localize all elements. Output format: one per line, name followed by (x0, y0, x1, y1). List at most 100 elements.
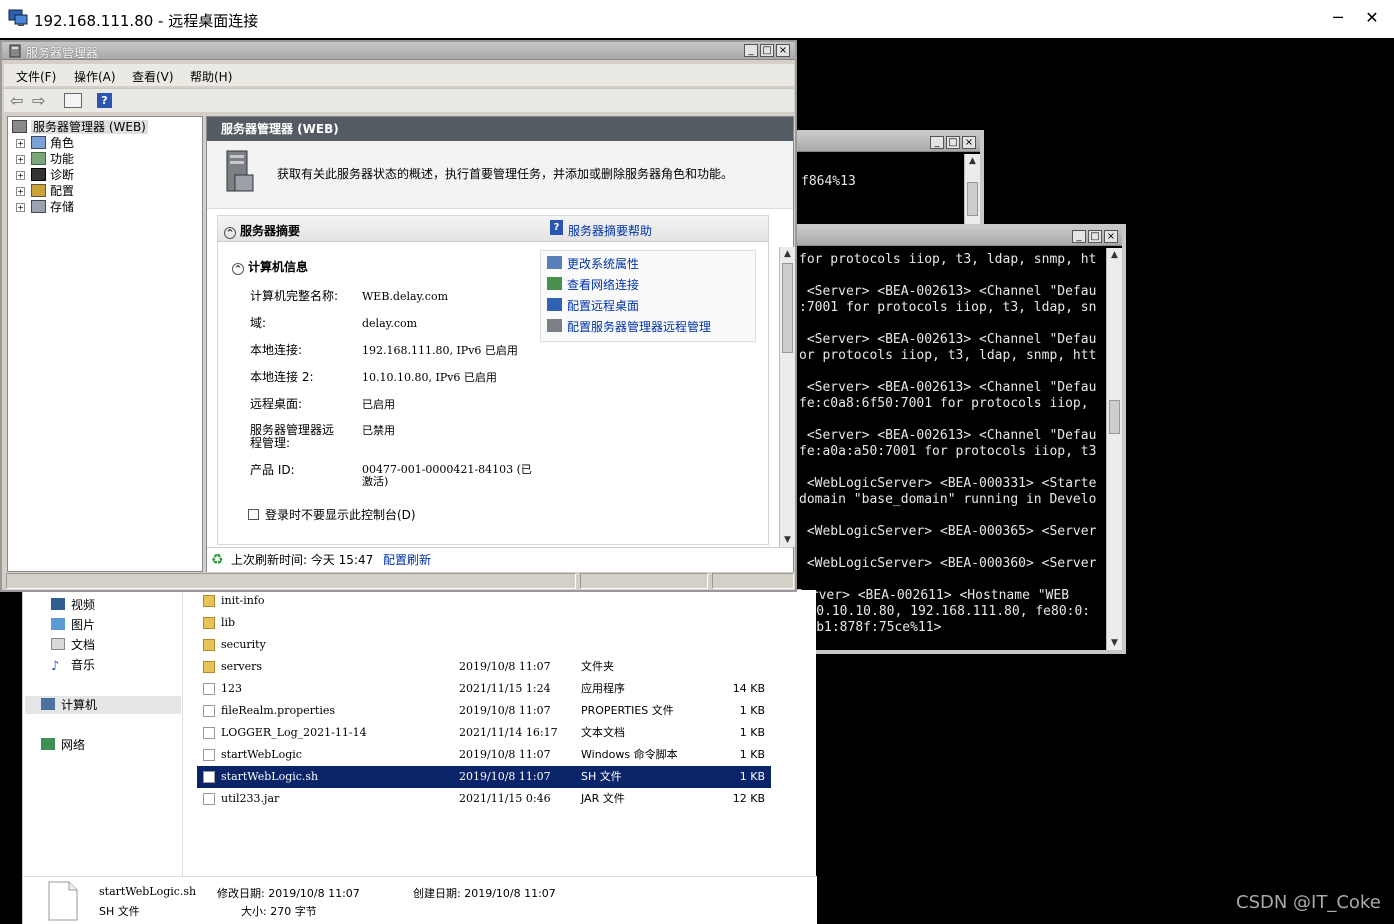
configure-remote-desktop-link[interactable]: 配置远程桌面 (567, 297, 639, 314)
forward-arrow-icon[interactable]: ⇨ (32, 91, 45, 110)
file-row[interactable]: startWebLogic 2019/10/8 11:07 Windows 命令脚本… (197, 744, 771, 766)
details-pane: 服务器管理器 (WEB) 获取有关此服务器状态的概述，执行首要管理任务，并添加或… (206, 116, 795, 573)
refresh-bar: ♻ 上次刷新时间: 今天 15:47 配置刷新 (207, 547, 793, 573)
configure-remote-management-link[interactable]: 配置服务器管理器远程管理 (567, 318, 711, 335)
file-row[interactable]: security (197, 634, 771, 656)
server-summary-header[interactable]: ^ 服务器摘要 ? 服务器摘要帮助 (218, 216, 768, 242)
close-button[interactable]: × (1104, 230, 1118, 243)
explorer-window: 视频 图片 文档 ♪ 音乐 计算机 网络 init-info lib security… (22, 590, 817, 924)
nav-item-computer[interactable]: 计算机 (25, 696, 181, 714)
nav-item-documents[interactable]: 文档 (51, 636, 95, 654)
menu-view[interactable]: 查看(V) (132, 68, 174, 85)
nav-item-music[interactable]: ♪ 音乐 (51, 656, 95, 674)
console-window-back[interactable]: _ □ × f864%13 ▲ (780, 130, 984, 230)
change-system-properties-link[interactable]: 更改系统属性 (567, 255, 639, 272)
expand-icon[interactable]: + (16, 171, 25, 180)
network-connections-icon (547, 277, 562, 290)
info-value: 已禁用 (362, 424, 395, 437)
file-row[interactable]: startWebLogic.sh 2019/10/8 11:07 SH 文件 1 KB (197, 766, 771, 788)
info-label: 计算机完整名称: (250, 289, 339, 303)
maximize-button[interactable]: □ (946, 136, 960, 149)
view-network-connections-link[interactable]: 查看网络连接 (567, 276, 639, 293)
help-icon[interactable]: ? (97, 93, 112, 108)
minimize-button[interactable]: _ (930, 136, 944, 149)
hide-console-checkbox[interactable] (248, 509, 259, 520)
network-icon (41, 738, 55, 750)
scroll-down-icon[interactable]: ▼ (1107, 636, 1122, 650)
file-name: servers (221, 660, 263, 673)
computer-icon (41, 698, 55, 710)
file-date: 2019/10/8 11:07 (459, 704, 551, 717)
document-icon (51, 638, 65, 650)
back-arrow-icon[interactable]: ⇦ (10, 91, 23, 110)
menu-file[interactable]: 文件(F) (16, 68, 56, 85)
file-name: lib (221, 616, 236, 629)
hide-console-checkbox-row[interactable]: 登录时不要显示此控制台(D) (248, 506, 416, 523)
scroll-thumb[interactable] (1109, 400, 1120, 434)
scroll-up-icon[interactable]: ▲ (1107, 248, 1122, 262)
server-summary-help-link[interactable]: 服务器摘要帮助 (568, 222, 652, 239)
file-row[interactable]: LOGGER_Log_2021-11-14 2021/11/14 16:17 文本文… (197, 722, 771, 744)
file-type: Windows 命令脚本 (581, 748, 678, 761)
console-front-scrollbar[interactable]: ▲ ▼ (1106, 248, 1122, 650)
minimize-button[interactable]: _ (1072, 230, 1086, 243)
nav-item-network[interactable]: 网络 (41, 736, 85, 754)
configure-refresh-link[interactable]: 配置刷新 (383, 548, 431, 572)
info-label: 远程桌面: (250, 397, 303, 411)
collapse-icon[interactable]: ^ (224, 227, 236, 239)
console-line: for protocols iiop, t3, ldap, snmp, ht (799, 252, 1097, 267)
server-manager-titlebar[interactable]: 服务器管理器 _ □ × (2, 42, 795, 60)
file-icon (203, 683, 215, 695)
scroll-up-icon[interactable]: ▲ (965, 154, 980, 168)
maximize-button[interactable]: □ (760, 44, 774, 57)
scroll-thumb[interactable] (782, 263, 793, 353)
file-type: 文件夹 (581, 660, 614, 673)
console-back-titlebar[interactable]: _ □ × (784, 134, 980, 152)
console-line: fe:c0a8:6f50:7001 for protocols iiop, (799, 396, 1089, 411)
file-row[interactable]: servers 2019/10/8 11:07 文件夹 (197, 656, 771, 678)
menu-help[interactable]: 帮助(H) (190, 68, 232, 85)
close-button[interactable]: ✕ (1360, 6, 1384, 30)
close-button[interactable]: × (776, 44, 790, 57)
info-label: 本地连接: (250, 343, 303, 357)
file-row[interactable]: init-info (197, 590, 771, 612)
maximize-button[interactable]: □ (1088, 230, 1102, 243)
tree-item-diagnostics[interactable]: + 诊断 (16, 167, 74, 183)
file-size: 1 KB (739, 748, 765, 761)
server-manager-window[interactable]: 服务器管理器 _ □ × 文件(F) 操作(A) 查看(V) 帮助(H) ⇦ ⇨… (0, 40, 797, 592)
info-value: WEB.delay.com (362, 290, 449, 303)
nav-item-pictures[interactable]: 图片 (51, 616, 95, 634)
file-row[interactable]: util233.jar 2021/11/15 0:46 JAR 文件 12 KB (197, 788, 771, 810)
scroll-up-icon[interactable]: ▲ (780, 247, 795, 261)
tree-root[interactable]: 服务器管理器 (WEB) (12, 119, 148, 135)
scroll-down-icon[interactable]: ▼ (780, 533, 795, 547)
file-icon (203, 749, 215, 761)
minimize-button[interactable]: _ (744, 44, 758, 57)
console-back-scrollbar[interactable]: ▲ (964, 154, 980, 226)
file-row[interactable]: lib (197, 612, 771, 634)
expand-icon[interactable]: + (16, 187, 25, 196)
expand-icon[interactable]: + (16, 155, 25, 164)
show-hide-console-tree-icon[interactable] (64, 93, 82, 108)
tree-item-configuration[interactable]: + 配置 (16, 183, 74, 199)
file-date: 2021/11/15 0:46 (459, 792, 551, 805)
minimize-button[interactable]: ─ (1326, 6, 1350, 30)
nav-item-videos[interactable]: 视频 (51, 596, 95, 614)
computer-info-header[interactable]: ^ 计算机信息 (232, 258, 308, 275)
collapse-icon[interactable]: ^ (232, 263, 244, 275)
scroll-thumb[interactable] (967, 182, 978, 216)
details-scrollbar[interactable]: ▲ ▼ (779, 247, 795, 547)
file-row[interactable]: 123 2021/11/15 1:24 应用程序 14 KB (197, 678, 771, 700)
file-type: 文本文档 (581, 726, 625, 739)
tree-item-features[interactable]: + 功能 (16, 151, 74, 167)
menu-action[interactable]: 操作(A) (74, 68, 116, 85)
remote-management-icon (547, 319, 562, 332)
expand-icon[interactable]: + (16, 203, 25, 212)
file-row[interactable]: fileRealm.properties 2019/10/8 11:07 PROPE… (197, 700, 771, 722)
expand-icon[interactable]: + (16, 139, 25, 148)
tree-item-storage[interactable]: + 存储 (16, 199, 74, 215)
close-button[interactable]: × (962, 136, 976, 149)
help-icon: ? (550, 220, 563, 235)
file-name: init-info (221, 594, 265, 607)
tree-item-roles[interactable]: + 角色 (16, 135, 74, 151)
